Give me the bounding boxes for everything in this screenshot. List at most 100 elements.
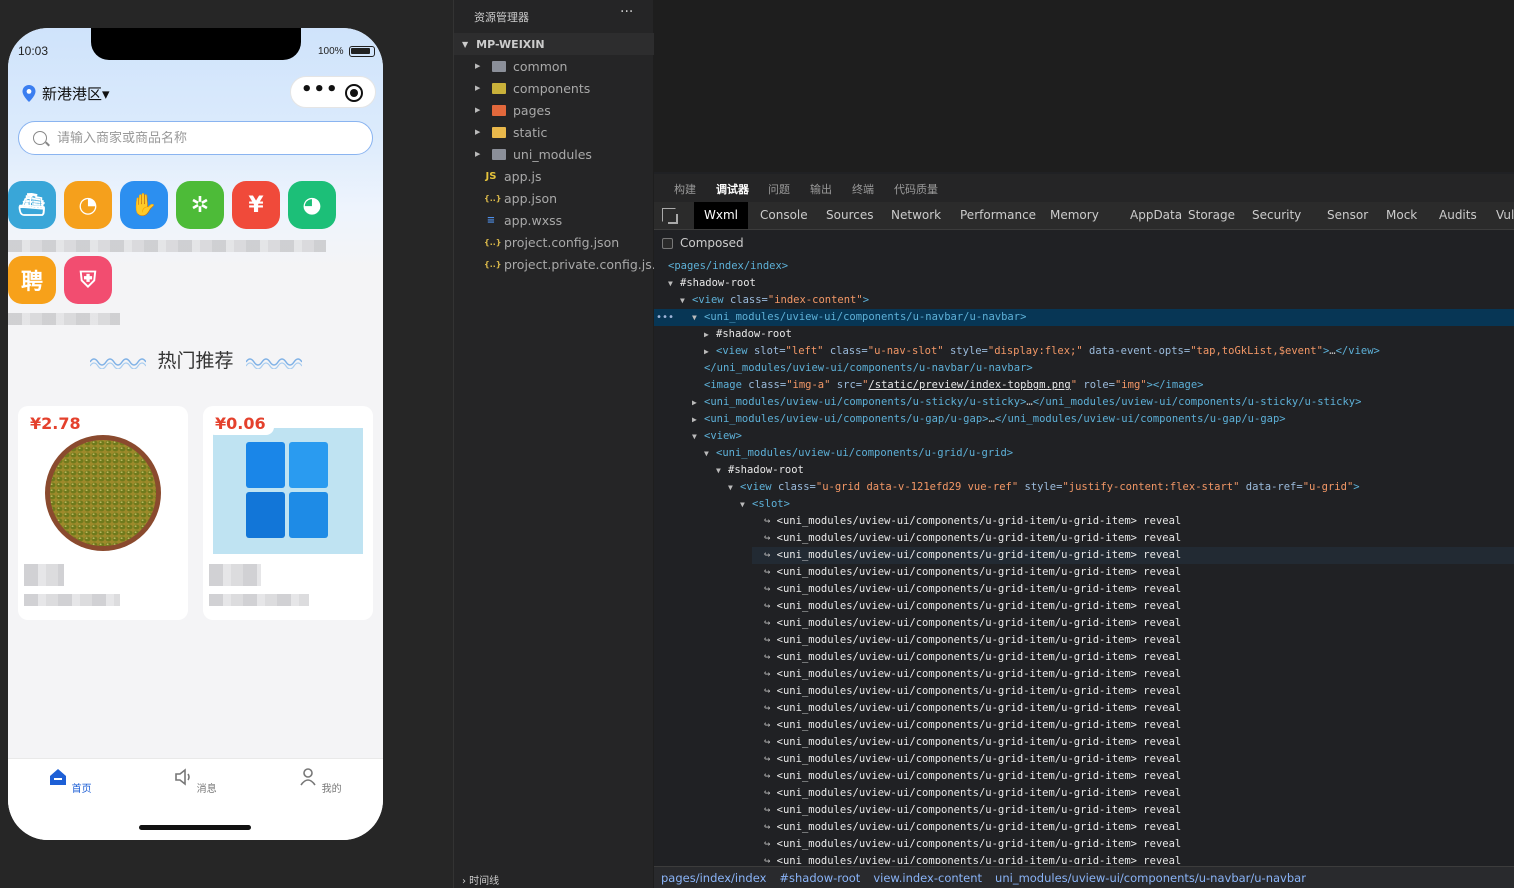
- file-item[interactable]: {..} project.config.json: [454, 231, 654, 253]
- file-item[interactable]: JS app.js: [454, 165, 654, 187]
- wxml-node[interactable]: ▶ <uni_modules/uview-ui/components/u-gap/…: [654, 411, 1514, 428]
- reveal-link[interactable]: reveal: [1137, 804, 1181, 816]
- reveal-link[interactable]: reveal: [1137, 515, 1181, 527]
- panel-tab[interactable]: 构建: [674, 181, 696, 197]
- devtools-tab-sensor[interactable]: Sensor: [1317, 202, 1378, 229]
- reveal-link[interactable]: reveal: [1137, 583, 1181, 595]
- product-card[interactable]: ¥0.06: [203, 406, 373, 620]
- reveal-link[interactable]: reveal: [1137, 753, 1181, 765]
- grid-item-node[interactable]: ↪ <uni_modules/uview-ui/components/u-gri…: [752, 564, 1514, 581]
- grid-item-node[interactable]: ↪ <uni_modules/uview-ui/components/u-gri…: [752, 666, 1514, 683]
- reveal-link[interactable]: reveal: [1137, 668, 1181, 680]
- grid-item-node[interactable]: ↪ <uni_modules/uview-ui/components/u-gri…: [752, 836, 1514, 853]
- product-card[interactable]: ¥2.78: [18, 406, 188, 620]
- grid-item-node[interactable]: ↪ <uni_modules/uview-ui/components/u-gri…: [752, 717, 1514, 734]
- folder-item[interactable]: ▶ uni_modules: [454, 143, 654, 165]
- devtools-tab-audits[interactable]: Audits: [1429, 202, 1487, 229]
- wxml-node[interactable]: ▼ <uni_modules/uview-ui/components/u-grid…: [654, 445, 1514, 462]
- grid-item-node[interactable]: ↪ <uni_modules/uview-ui/components/u-gri…: [752, 700, 1514, 717]
- project-section-header[interactable]: ▼ MP-WEIXIN: [454, 33, 654, 55]
- reveal-link[interactable]: reveal: [1137, 770, 1181, 782]
- wxml-node[interactable]: </uni_modules/uview-ui/components/u-navb…: [654, 360, 1514, 377]
- grid-item-node[interactable]: ↪ <uni_modules/uview-ui/components/u-gri…: [752, 581, 1514, 598]
- reveal-link[interactable]: reveal: [1137, 634, 1181, 646]
- file-item[interactable]: ≡ app.wxss: [454, 209, 654, 231]
- more-options-icon[interactable]: •••: [301, 81, 338, 99]
- grid-item-node[interactable]: ↪ <uni_modules/uview-ui/components/u-gri…: [752, 530, 1514, 547]
- panel-tab[interactable]: 问题: [768, 181, 790, 197]
- reveal-link[interactable]: reveal: [1137, 855, 1181, 864]
- grid-item-node[interactable]: ↪ <uni_modules/uview-ui/components/u-gri…: [752, 785, 1514, 802]
- grid-item-node[interactable]: ↪ <uni_modules/uview-ui/components/u-gri…: [752, 768, 1514, 785]
- breadcrumb-item[interactable]: pages/index/index: [661, 871, 766, 885]
- reveal-link[interactable]: reveal: [1137, 736, 1181, 748]
- composed-checkbox[interactable]: [662, 237, 673, 249]
- reveal-link[interactable]: reveal: [1137, 719, 1181, 731]
- grid-item-node[interactable]: ↪ <uni_modules/uview-ui/components/u-gri…: [752, 547, 1514, 564]
- category-hire[interactable]: 聘: [8, 256, 56, 304]
- grid-item-node[interactable]: ↪ <uni_modules/uview-ui/components/u-gri…: [752, 819, 1514, 836]
- devtools-tab-wxml[interactable]: Wxml: [694, 202, 748, 229]
- wxml-node[interactable]: ▶ #shadow-root: [654, 326, 1514, 343]
- grid-item-node[interactable]: ↪ <uni_modules/uview-ui/components/u-gri…: [752, 734, 1514, 751]
- node-menu-icon[interactable]: •••: [656, 309, 674, 326]
- close-mini-program-icon[interactable]: [345, 84, 363, 102]
- wxml-node[interactable]: ▼ <view class="u-grid data-v-121efd29 vue…: [654, 479, 1514, 496]
- breadcrumb-item[interactable]: uni_modules/uview-ui/components/u-navbar…: [995, 871, 1306, 885]
- reveal-link[interactable]: reveal: [1137, 685, 1181, 697]
- wxml-node[interactable]: ▼ <view class="index-content">: [654, 292, 1514, 309]
- devtools-tab-storage[interactable]: Storage: [1178, 202, 1245, 229]
- grid-item-node[interactable]: ↪ <uni_modules/uview-ui/components/u-gri…: [752, 683, 1514, 700]
- category-wheel[interactable]: ✲: [176, 181, 224, 229]
- grid-item-node[interactable]: ↪ <uni_modules/uview-ui/components/u-gri…: [752, 632, 1514, 649]
- grid-item-node[interactable]: ↪ <uni_modules/uview-ui/components/u-gri…: [752, 751, 1514, 768]
- category-wallet[interactable]: ¥: [232, 181, 280, 229]
- reveal-link[interactable]: reveal: [1137, 651, 1181, 663]
- devtools-tab-mock[interactable]: Mock: [1376, 202, 1427, 229]
- file-item[interactable]: {..} app.json: [454, 187, 654, 209]
- inspect-element-icon[interactable]: [662, 208, 676, 222]
- panel-tab[interactable]: 终端: [852, 181, 874, 197]
- category-shield[interactable]: ⛨: [64, 256, 112, 304]
- grid-item-node[interactable]: ↪ <uni_modules/uview-ui/components/u-gri…: [752, 649, 1514, 666]
- panel-tab[interactable]: 输出: [810, 181, 832, 197]
- wxml-node[interactable]: ▼ <view>: [654, 428, 1514, 445]
- grid-item-node[interactable]: ↪ <uni_modules/uview-ui/components/u-gri…: [752, 598, 1514, 615]
- devtools-tab-network[interactable]: Network: [881, 202, 951, 229]
- grid-item-node[interactable]: ↪ <uni_modules/uview-ui/components/u-gri…: [752, 513, 1514, 530]
- file-item[interactable]: {..} project.private.config.js...: [454, 253, 654, 275]
- panel-tab[interactable]: 调试器: [716, 181, 749, 197]
- folder-item[interactable]: ▶ static: [454, 121, 654, 143]
- grid-item-node[interactable]: ↪ <uni_modules/uview-ui/components/u-gri…: [752, 853, 1514, 864]
- composed-toggle[interactable]: Composed: [662, 236, 744, 250]
- reveal-link[interactable]: reveal: [1137, 549, 1181, 561]
- breadcrumb-item[interactable]: #shadow-root: [779, 871, 860, 885]
- wxml-node[interactable]: ▼ <slot>: [654, 496, 1514, 513]
- wxml-node[interactable]: ▼ #shadow-root: [654, 275, 1514, 292]
- reveal-link[interactable]: reveal: [1137, 617, 1181, 629]
- location-selector[interactable]: 新港港区▾: [22, 83, 110, 104]
- reveal-link[interactable]: reveal: [1137, 600, 1181, 612]
- grid-item-node[interactable]: ↪ <uni_modules/uview-ui/components/u-gri…: [752, 615, 1514, 632]
- devtools-tab-vul[interactable]: Vul: [1486, 202, 1514, 229]
- folder-item[interactable]: ▶ pages: [454, 99, 654, 121]
- category-hand[interactable]: ✋: [120, 181, 168, 229]
- category-ship[interactable]: ⛴: [8, 181, 56, 229]
- wxml-node[interactable]: ▶ <view slot="left" class="u-nav-slot" st…: [654, 343, 1514, 360]
- more-actions-icon[interactable]: ···: [620, 4, 633, 20]
- category-orange[interactable]: ◔: [64, 181, 112, 229]
- panel-tab[interactable]: 代码质量: [894, 181, 938, 197]
- wxml-node[interactable]: <pages/index/index>: [654, 258, 1514, 275]
- reveal-link[interactable]: reveal: [1137, 566, 1181, 578]
- reveal-link[interactable]: reveal: [1137, 532, 1181, 544]
- category-pacman[interactable]: ◕: [288, 181, 336, 229]
- wxml-node-selected[interactable]: ••• ▼ <uni_modules/uview-ui/components/u-n…: [654, 309, 1514, 326]
- devtools-tab-sources[interactable]: Sources: [816, 202, 883, 229]
- wxml-node[interactable]: <image class="img-a" src="/static/previe…: [654, 377, 1514, 394]
- wxml-node[interactable]: ▼ #shadow-root: [654, 462, 1514, 479]
- reveal-link[interactable]: reveal: [1137, 821, 1181, 833]
- tab-home[interactable]: 首页: [30, 767, 110, 795]
- reveal-link[interactable]: reveal: [1137, 787, 1181, 799]
- wxml-node[interactable]: ▶ <uni_modules/uview-ui/components/u-stic…: [654, 394, 1514, 411]
- devtools-tab-security[interactable]: Security: [1242, 202, 1311, 229]
